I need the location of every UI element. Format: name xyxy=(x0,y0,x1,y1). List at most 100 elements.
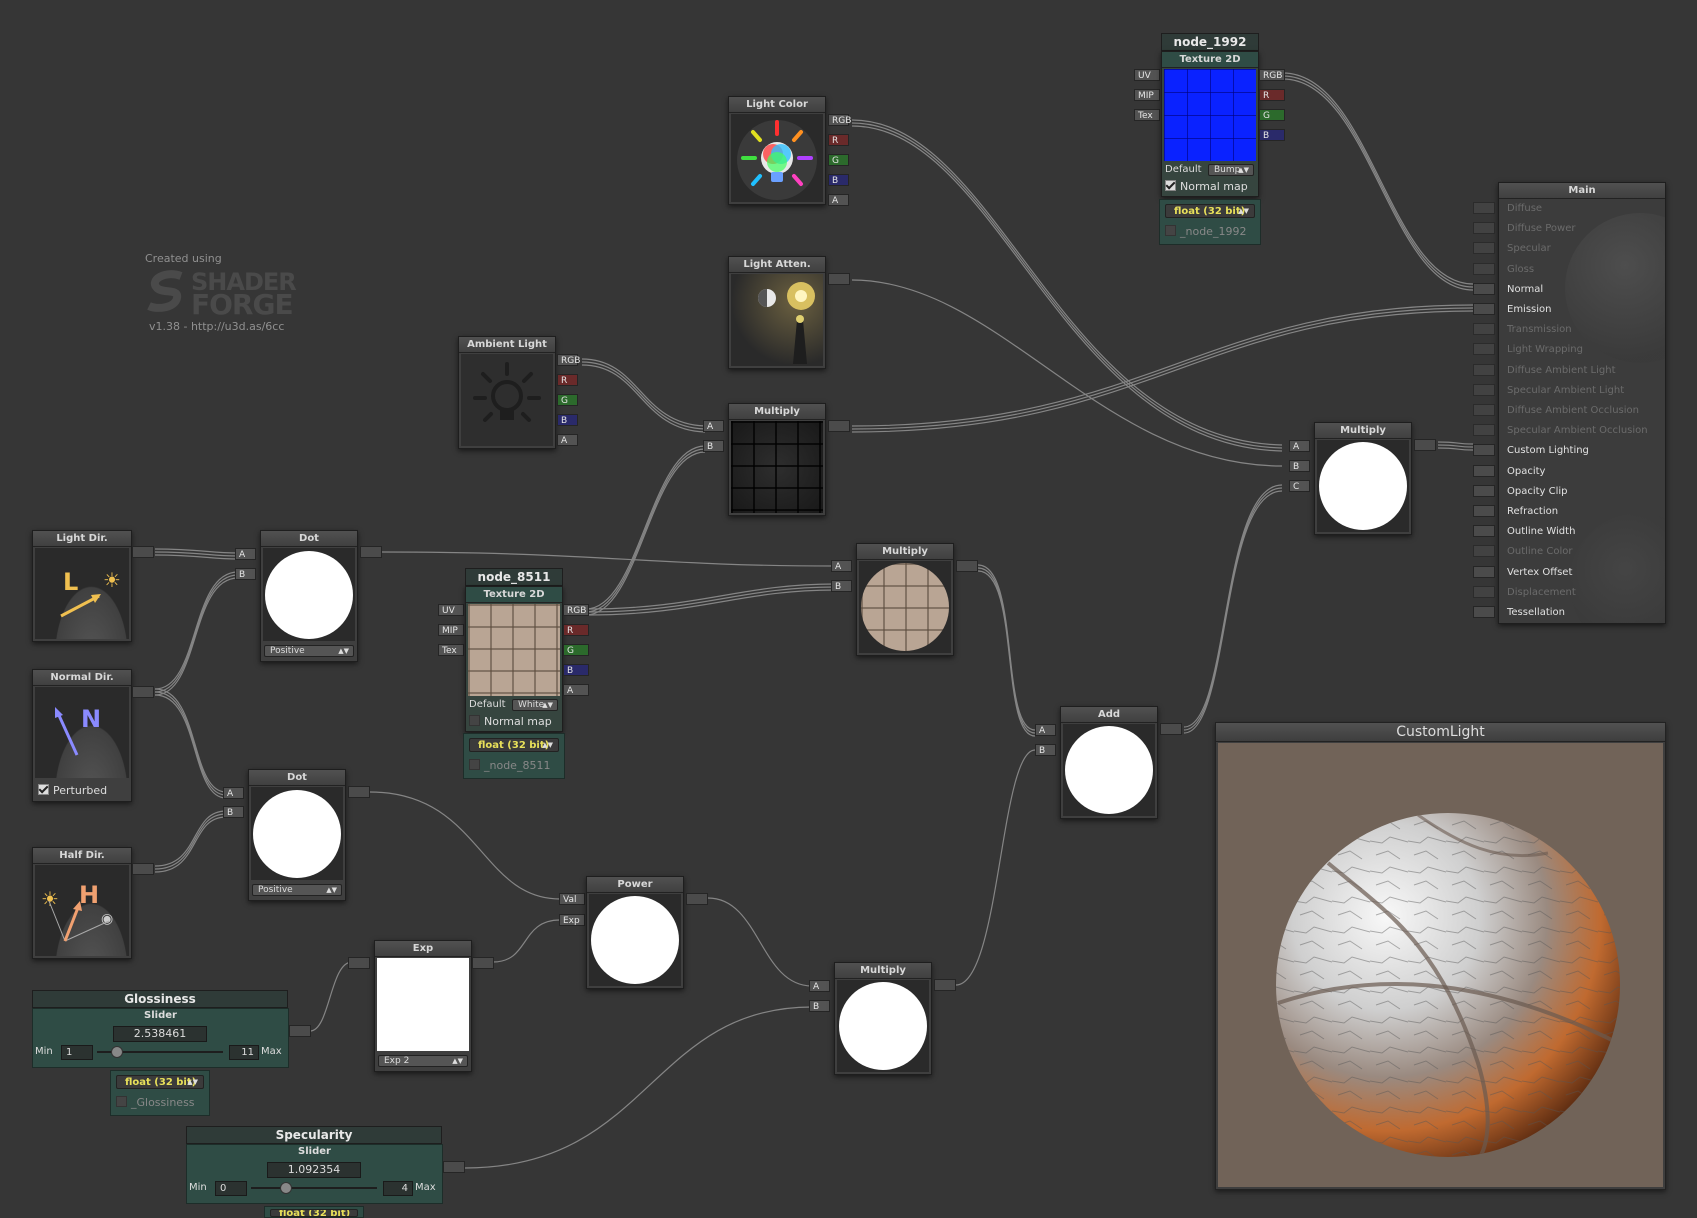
dot2-in-a[interactable]: A xyxy=(223,787,244,799)
checkbox-icon[interactable] xyxy=(116,1096,127,1107)
multiply-bottom-out[interactable] xyxy=(934,979,956,991)
power-in-exp[interactable]: Exp xyxy=(559,914,585,926)
ambient-out-rgb[interactable]: RGB xyxy=(557,354,580,366)
main-input-specular-ambient-light[interactable]: Specular Ambient Light xyxy=(1507,384,1624,398)
multiply-right-in-c[interactable]: C xyxy=(1289,480,1310,492)
tex8511-node[interactable]: Texture 2D Default White ▲▼ Normal map xyxy=(465,586,563,732)
tex1992-in-mip[interactable]: MIP xyxy=(1134,89,1160,101)
tex1992-out-rgb[interactable]: RGB xyxy=(1259,69,1285,81)
tex8511-in-mip[interactable]: MIP xyxy=(438,624,464,636)
glossiness-slider-node[interactable]: Slider 2.538461 Min 1 11 Max xyxy=(32,1008,289,1068)
main-input-gloss[interactable]: Gloss xyxy=(1507,263,1534,277)
tex1992-name[interactable]: node_1992 xyxy=(1161,33,1259,51)
light-color-out-rgb[interactable]: RGB xyxy=(828,114,851,126)
tex8511-in-uv[interactable]: UV xyxy=(438,604,464,616)
light-color-out-g[interactable]: G xyxy=(828,154,849,166)
glossiness-slider-track[interactable] xyxy=(97,1046,223,1058)
tex1992-out-g[interactable]: G xyxy=(1259,109,1285,121)
multiply-top-out[interactable] xyxy=(828,420,850,432)
specularity-out[interactable] xyxy=(443,1161,465,1173)
main-input-opacity[interactable]: Opacity xyxy=(1507,465,1545,479)
main-port-emission[interactable] xyxy=(1473,303,1495,315)
main-port-refraction[interactable] xyxy=(1473,505,1495,517)
glossiness-out[interactable] xyxy=(289,1025,311,1037)
main-port-specular[interactable] xyxy=(1473,242,1495,255)
main-port-opacity[interactable] xyxy=(1473,464,1495,477)
tex1992-out-b[interactable]: B xyxy=(1259,129,1285,141)
tex8511-normal-map-checkbox[interactable]: Normal map xyxy=(469,715,552,728)
main-input-tessellation[interactable]: Tessellation xyxy=(1507,606,1565,620)
dot1-node[interactable]: Dot Positive ▲▼ xyxy=(260,530,358,662)
tex8511-out-rgb[interactable]: RGB xyxy=(563,604,589,616)
tex1992-node[interactable]: Texture 2D Default Bump ▲▼ Normal map xyxy=(1161,51,1259,197)
main-port-normal[interactable] xyxy=(1473,282,1495,295)
tex8511-out-r[interactable]: R xyxy=(563,624,589,636)
specularity-max-field[interactable]: 4 xyxy=(383,1181,413,1196)
main-input-specular[interactable]: Specular xyxy=(1507,242,1551,256)
main-input-normal[interactable]: Normal xyxy=(1507,283,1543,297)
specularity-title[interactable]: Specularity xyxy=(186,1126,442,1144)
multiply-mid-in-a[interactable]: A xyxy=(831,560,852,572)
main-node[interactable]: Main Diffuse Diffuse Power Specular Gloss No… xyxy=(1498,182,1666,624)
ambient-out-g[interactable]: G xyxy=(557,394,578,406)
main-input-refraction[interactable]: Refraction xyxy=(1507,505,1558,519)
checkbox-icon[interactable] xyxy=(1165,180,1176,191)
main-port-displacement[interactable] xyxy=(1473,585,1495,598)
light-color-node[interactable]: Light Color xyxy=(728,96,826,205)
multiply-bottom-in-b[interactable]: B xyxy=(809,1000,830,1012)
tex8511-out-a[interactable]: A xyxy=(563,684,589,696)
main-input-light-wrapping[interactable]: Light Wrapping xyxy=(1507,343,1583,357)
dot2-out[interactable] xyxy=(348,786,370,798)
tex8511-in-tex[interactable]: Tex xyxy=(438,644,464,656)
multiply-right-out[interactable] xyxy=(1414,439,1436,451)
preview-viewport[interactable] xyxy=(1218,743,1663,1187)
tex1992-default-dropdown[interactable]: Bump ▲▼ xyxy=(1208,164,1254,176)
main-port-diffuse-power[interactable] xyxy=(1473,222,1495,235)
multiply-mid-in-b[interactable]: B xyxy=(831,580,852,592)
add-node[interactable]: Add xyxy=(1060,706,1158,819)
main-port-outline-width[interactable] xyxy=(1473,525,1495,538)
multiply-top-in-a[interactable]: A xyxy=(703,420,724,432)
normal-dir-node[interactable]: Normal Dir. N Perturbed xyxy=(32,669,132,802)
light-dir-node[interactable]: Light Dir. L ☀ xyxy=(32,530,132,642)
light-atten-node[interactable]: Light Atten. xyxy=(728,256,826,369)
main-port-vertex-offset[interactable] xyxy=(1473,565,1495,578)
perturbed-checkbox[interactable]: Perturbed xyxy=(38,784,107,797)
main-input-opacity-clip[interactable]: Opacity Clip xyxy=(1507,485,1568,499)
dot1-mode-dropdown[interactable]: Positive ▲▼ xyxy=(264,645,354,657)
exp-out[interactable] xyxy=(472,957,494,969)
main-input-diffuse[interactable]: Diffuse xyxy=(1507,202,1542,216)
exp-node[interactable]: Exp Exp 2 ▲▼ xyxy=(374,940,472,1072)
checkbox-icon[interactable] xyxy=(1165,225,1176,236)
add-in-b[interactable]: B xyxy=(1035,744,1056,756)
main-port-specular-ambient-occlusion[interactable] xyxy=(1473,424,1495,437)
main-input-emission[interactable]: Emission xyxy=(1507,303,1552,317)
main-input-diffuse-ambient-occlusion[interactable]: Diffuse Ambient Occlusion xyxy=(1507,404,1639,418)
tex1992-normal-map-checkbox[interactable]: Normal map xyxy=(1165,180,1248,193)
dot1-out[interactable] xyxy=(360,546,382,558)
multiply-right-in-b[interactable]: B xyxy=(1289,460,1310,472)
main-input-outline-color[interactable]: Outline Color xyxy=(1507,545,1572,559)
normal-dir-out[interactable] xyxy=(132,686,154,698)
tex8511-name[interactable]: node_8511 xyxy=(465,568,563,586)
dot2-in-b[interactable]: B xyxy=(223,806,244,818)
light-color-out-b[interactable]: B xyxy=(828,174,849,186)
multiply-right-node[interactable]: Multiply xyxy=(1314,422,1412,535)
main-port-gloss[interactable] xyxy=(1473,262,1495,275)
multiply-right-in-a[interactable]: A xyxy=(1289,440,1310,452)
power-out[interactable] xyxy=(686,893,708,905)
exp-mode-dropdown[interactable]: Exp 2 ▲▼ xyxy=(378,1055,468,1067)
glossiness-precision-dropdown[interactable]: float (32 bit) ▲▼ xyxy=(116,1075,204,1089)
tex8511-precision-dropdown[interactable]: float (32 bit) ▲▼ xyxy=(469,738,559,752)
tex1992-precision-dropdown[interactable]: float (32 bit) ▲▼ xyxy=(1165,204,1255,218)
specularity-value-field[interactable]: 1.092354 xyxy=(267,1162,361,1178)
multiply-mid-out[interactable] xyxy=(956,560,978,572)
main-port-tessellation[interactable] xyxy=(1473,606,1495,618)
main-input-displacement[interactable]: Displacement xyxy=(1507,586,1576,600)
light-color-out-r[interactable]: R xyxy=(828,134,849,146)
main-port-diffuse[interactable] xyxy=(1473,202,1495,214)
glossiness-value-field[interactable]: 2.538461 xyxy=(113,1026,207,1042)
tex1992-in-tex[interactable]: Tex xyxy=(1134,109,1160,121)
specularity-slider-node[interactable]: Slider 1.092354 Min 0 4 Max xyxy=(186,1144,443,1204)
main-input-outline-width[interactable]: Outline Width xyxy=(1507,525,1575,539)
